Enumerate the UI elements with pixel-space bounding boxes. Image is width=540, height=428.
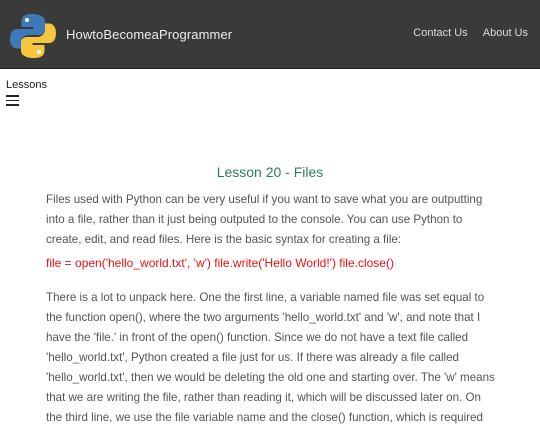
intro-paragraph: Files used with Python can be very usefu… [46, 193, 483, 246]
brand-link[interactable]: HowtoBecomeaProgrammer [66, 27, 232, 42]
python-logo-icon[interactable] [9, 12, 57, 60]
nav-link-contact-us[interactable]: Contact Us [413, 27, 467, 39]
nav-links: Contact Us About Us [401, 27, 528, 39]
nav-link-about-us[interactable]: About Us [483, 27, 528, 39]
lessons-label[interactable]: Lessons [6, 79, 47, 91]
code-snippet: file = open('hello_world.txt', 'w') file… [46, 256, 394, 270]
lesson-title: Lesson 20 - Files [216, 164, 324, 180]
top-navbar: HowtoBecomeaProgrammer Contact Us About … [0, 0, 540, 69]
hamburger-menu-icon[interactable] [6, 94, 19, 106]
explanation-paragraph: There is a lot to unpack here. One the f… [46, 291, 495, 424]
